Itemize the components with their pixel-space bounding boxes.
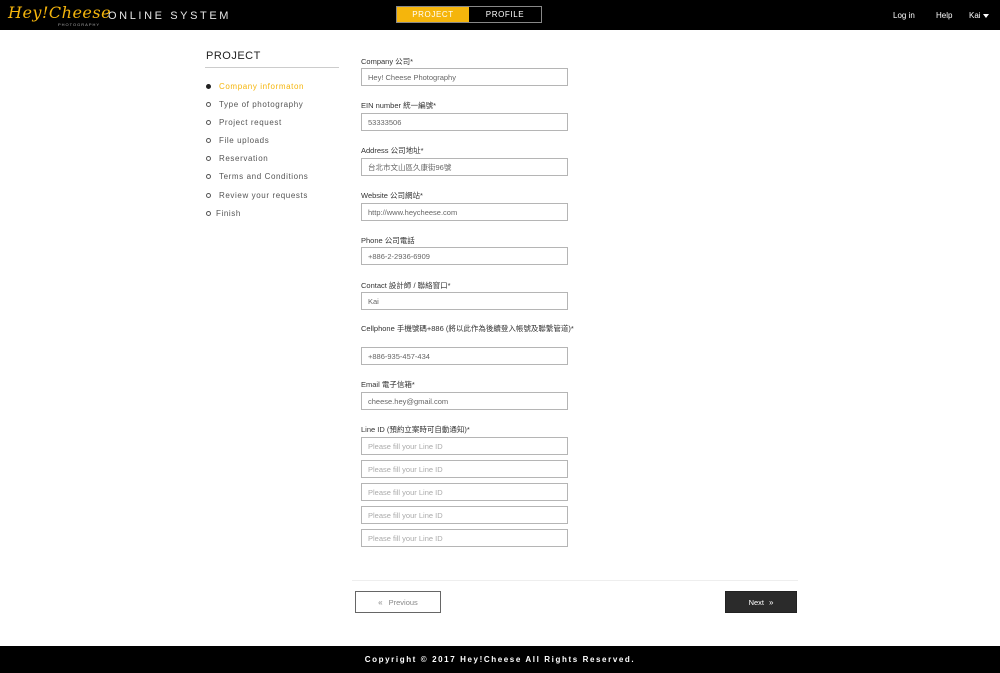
contact-field[interactable] (361, 292, 568, 310)
double-chevron-left-icon: « (378, 597, 383, 607)
address-label: Address 公司地址* (361, 146, 424, 155)
step-dot-icon (206, 102, 211, 107)
step-file-uploads[interactable]: File uploads (206, 136, 269, 145)
address-field[interactable] (361, 158, 568, 176)
step-company-information[interactable]: Company informaton (206, 82, 304, 91)
sidebar-divider (205, 67, 339, 68)
email-field[interactable] (361, 392, 568, 410)
company-label: Company 公司* (361, 57, 414, 66)
step-terms-and-conditions[interactable]: Terms and Conditions (206, 172, 308, 181)
email-label: Email 電子信箱* (361, 380, 415, 389)
company-field[interactable] (361, 68, 568, 86)
footer: Copyright © 2017 Hey!Cheese All Rights R… (0, 646, 1000, 673)
step-reservation[interactable]: Reservation (206, 154, 268, 163)
line-id-field-1[interactable] (361, 437, 568, 455)
system-name: ONLINE SYSTEM (108, 10, 232, 22)
user-name: Kai (969, 11, 981, 20)
ein-label: EIN number 統一編號* (361, 101, 437, 110)
step-review-requests[interactable]: Review your requests (206, 191, 308, 200)
logo-text: Hey!Cheese (8, 3, 112, 22)
actions-divider (352, 580, 798, 581)
previous-button[interactable]: « Previous (355, 591, 441, 613)
step-dot-icon (206, 211, 211, 216)
double-chevron-right-icon: » (768, 597, 774, 607)
help-link[interactable]: Help (936, 11, 952, 20)
user-menu[interactable]: Kai (969, 11, 989, 20)
step-label: File uploads (219, 136, 270, 145)
step-dot-icon (206, 156, 211, 161)
step-dot-icon (206, 174, 211, 179)
contact-label: Contact 設計師 / 聯絡窗口* (361, 281, 451, 290)
line-id-field-3[interactable] (361, 483, 568, 501)
main-tabs: PROJECT PROFILE (396, 6, 542, 23)
tab-project[interactable]: PROJECT (397, 7, 469, 22)
next-label: Next (748, 597, 764, 607)
caret-down-icon (982, 13, 989, 18)
phone-label: Phone 公司電話 (361, 236, 415, 245)
line-id-field-4[interactable] (361, 506, 568, 524)
step-finish[interactable]: Finish (206, 209, 241, 218)
step-dot-icon (206, 120, 211, 125)
tab-profile[interactable]: PROFILE (469, 7, 541, 22)
cellphone-field[interactable] (361, 347, 568, 365)
step-label: Project request (219, 118, 282, 127)
step-type-of-photography[interactable]: Type of photography (206, 100, 303, 109)
step-dot-icon (206, 193, 211, 198)
step-label: Finish (216, 209, 241, 218)
login-link[interactable]: Log in (893, 11, 915, 20)
step-label: Type of photography (219, 100, 304, 109)
ein-field[interactable] (361, 113, 568, 131)
phone-field[interactable] (361, 247, 568, 265)
step-project-request[interactable]: Project request (206, 118, 282, 127)
copyright-text: Copyright © 2017 Hey!Cheese All Rights R… (364, 655, 636, 664)
step-dot-icon (206, 84, 211, 89)
step-label: Company informaton (219, 82, 305, 91)
step-label: Review your requests (219, 191, 308, 200)
sidebar-title: PROJECT (206, 50, 261, 62)
brand-logo[interactable]: Hey!Cheese PHOTOGRAPHY (8, 3, 112, 28)
step-label: Terms and Conditions (219, 172, 309, 181)
line-id-field-5[interactable] (361, 529, 568, 547)
step-label: Reservation (219, 154, 269, 163)
cellphone-label: Cellphone 手機號碼+886 (將以此作為後續登入帳號及聯繫管道)* (361, 324, 574, 333)
logo-subtext: PHOTOGRAPHY (58, 22, 101, 27)
website-label: Website 公司網站* (361, 191, 423, 200)
line-id-label: Line ID (預約立案時可自動通知)* (361, 425, 470, 434)
line-id-field-2[interactable] (361, 460, 568, 478)
previous-label: Previous (388, 597, 418, 607)
website-field[interactable] (361, 203, 568, 221)
next-button[interactable]: Next » (725, 591, 797, 613)
step-dot-icon (206, 138, 211, 143)
top-navbar: Hey!Cheese PHOTOGRAPHY ONLINE SYSTEM PRO… (0, 0, 1000, 30)
